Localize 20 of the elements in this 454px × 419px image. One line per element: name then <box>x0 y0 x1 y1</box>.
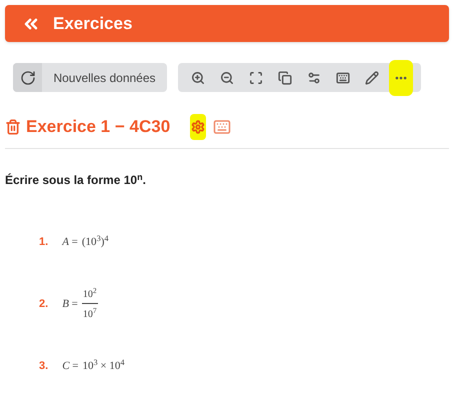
fullscreen-icon <box>249 70 263 84</box>
zoom-in-icon <box>191 70 205 84</box>
zoom-out-icon <box>220 70 234 84</box>
question-number: 1. <box>39 234 48 250</box>
math-expression: B = 10$^{2}$ 10$^{7}$ <box>62 286 98 322</box>
instruction: Écrire sous la forme 10$^{n}$. <box>5 171 147 189</box>
math-expression: A = (10$^{3}$)$^{4}$ <box>62 234 108 250</box>
settings-icon <box>307 70 321 84</box>
exercise-title: Exercice 1 − 4C30 <box>26 116 170 138</box>
pencil-icon <box>365 70 379 84</box>
header-title: Exercices <box>53 12 132 35</box>
keyboard-icon <box>336 70 350 84</box>
new-data-button[interactable]: Nouvelles données <box>13 63 167 92</box>
question-number: 2. <box>39 296 48 312</box>
settings-button[interactable] <box>190 114 206 140</box>
delete-icon[interactable] <box>5 119 21 135</box>
refresh-icon <box>13 63 42 92</box>
question-number: 3. <box>39 358 48 374</box>
copy-icon <box>278 70 292 84</box>
math-expression: C = 10$^{3}$ × 10$^{4}$ <box>62 358 124 374</box>
